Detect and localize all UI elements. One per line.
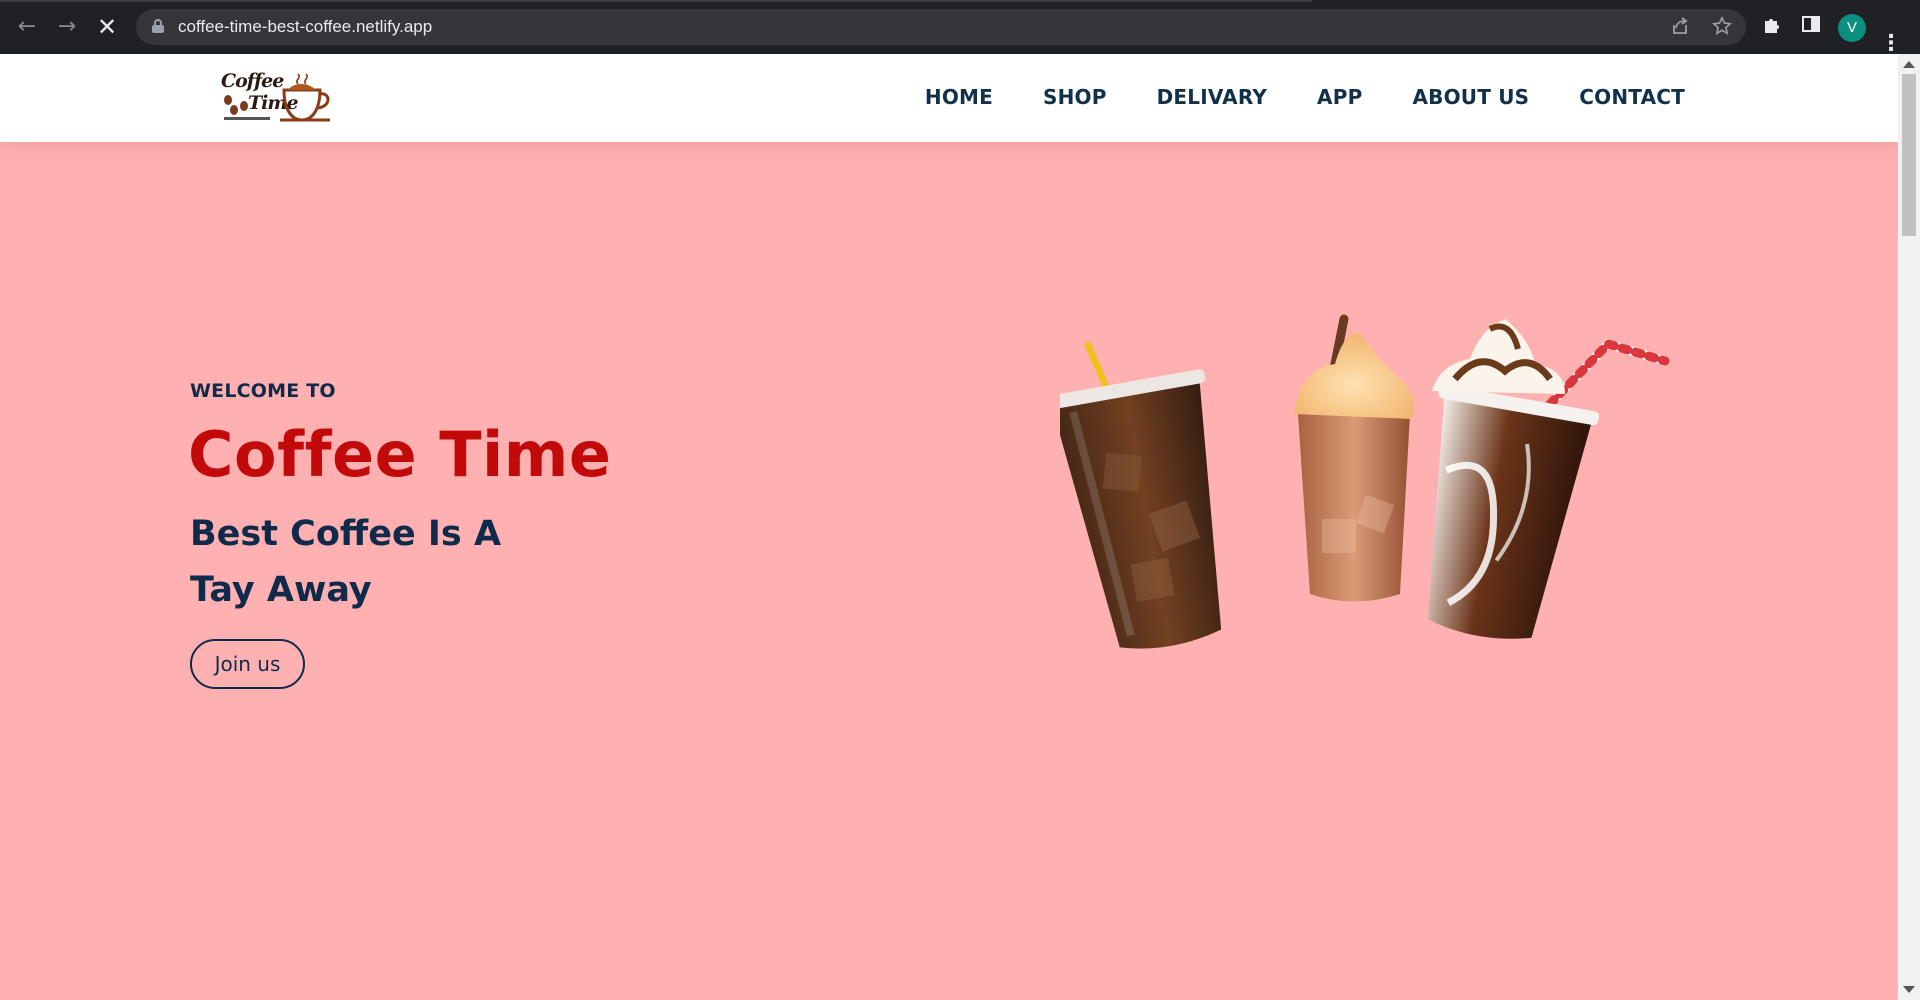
- address-bar[interactable]: coffee-time-best-coffee.netlify.app: [136, 9, 1746, 45]
- logo-underline: [224, 117, 270, 120]
- nav-about-us[interactable]: ABOUT US: [1412, 85, 1529, 109]
- scroll-down-arrow-icon[interactable]: [1903, 986, 1915, 993]
- coffee-time-logo[interactable]: Coffee Time: [218, 68, 336, 126]
- nav-app[interactable]: APP: [1317, 85, 1362, 109]
- site-header: Coffee Time HOME SHOP DELIVARY APP ABOUT…: [0, 54, 1898, 142]
- welcome-label: WELCOME TO: [190, 380, 336, 402]
- logo-text-coffee: Coffee: [221, 70, 284, 92]
- url-text[interactable]: coffee-time-best-coffee.netlify.app: [178, 17, 432, 37]
- hero-subtitle: Best Coffee Is A Tay Away: [190, 506, 510, 618]
- join-us-button[interactable]: Join us: [190, 639, 305, 689]
- hero-title: Coffee Time: [188, 418, 612, 491]
- subtitle-line-2: Tay Away: [190, 570, 372, 610]
- back-arrow-icon[interactable]: ←: [12, 12, 42, 42]
- page-scrollbar[interactable]: [1898, 54, 1920, 1000]
- main-nav: HOME SHOP DELIVARY APP ABOUT US CONTACT: [925, 85, 1685, 109]
- iced-coffee-drinks-image: [1060, 314, 1670, 649]
- stop-loading-icon[interactable]: ✕: [92, 12, 122, 42]
- scroll-up-arrow-icon[interactable]: [1903, 61, 1915, 68]
- star-icon[interactable]: [1711, 15, 1733, 40]
- coffee-bean-icon: [224, 95, 232, 105]
- lock-icon[interactable]: [152, 19, 164, 33]
- loading-progress-bar: [0, 0, 1312, 2]
- profile-avatar[interactable]: V: [1838, 14, 1866, 42]
- nav-shop[interactable]: SHOP: [1043, 85, 1107, 109]
- nav-home[interactable]: HOME: [925, 85, 993, 109]
- scrollbar-thumb[interactable]: [1902, 74, 1916, 236]
- side-panel-icon[interactable]: [1798, 14, 1824, 41]
- web-page: Coffee Time HOME SHOP DELIVARY APP ABOUT…: [0, 54, 1898, 1000]
- nav-delivery[interactable]: DELIVARY: [1157, 85, 1267, 109]
- coffee-bean-icon: [240, 101, 248, 111]
- share-icon[interactable]: [1670, 16, 1690, 40]
- browser-toolbar: ← → ✕ coffee-time-best-coffee.netlify.ap…: [0, 0, 1920, 56]
- coffee-bean-icon: [230, 105, 238, 115]
- extensions-icon[interactable]: [1759, 14, 1785, 43]
- nav-contact[interactable]: CONTACT: [1579, 85, 1685, 109]
- coffee-cup-icon: [280, 73, 330, 122]
- forward-arrow-icon[interactable]: →: [52, 12, 82, 42]
- subtitle-line-1: Best Coffee Is A: [190, 514, 502, 554]
